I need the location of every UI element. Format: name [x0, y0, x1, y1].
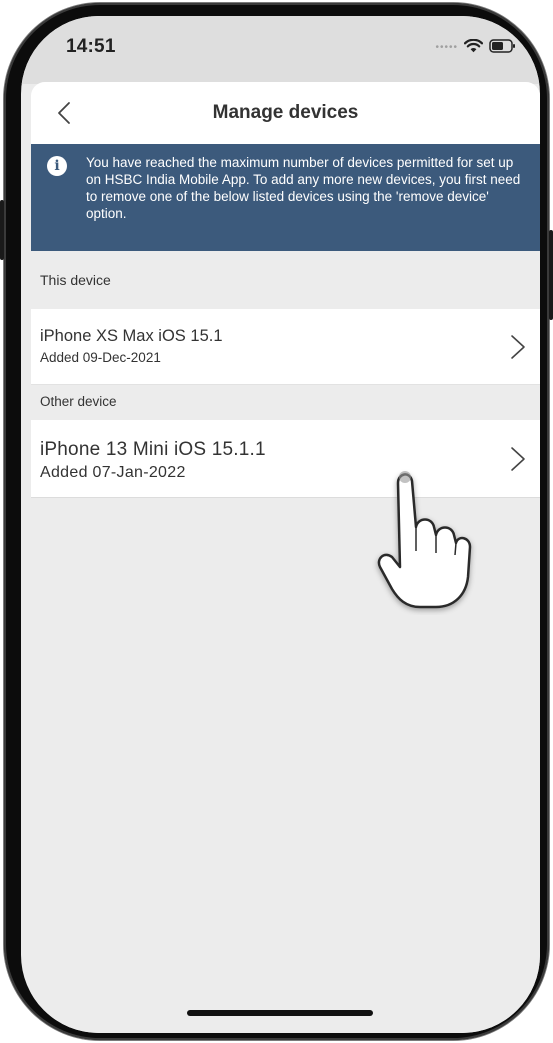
status-bar: 14:51 ••••• — [21, 16, 540, 84]
device-name: iPhone 13 Mini iOS 15.1.1 — [40, 439, 266, 460]
device-added-date: Added 09-Dec-2021 — [40, 350, 161, 365]
device-added-date: Added 07-Jan-2022 — [40, 464, 186, 481]
info-icon: i — [47, 156, 67, 176]
side-button — [549, 230, 553, 320]
this-device-row[interactable]: iPhone XS Max iOS 15.1 Added 09-Dec-2021 — [31, 309, 540, 385]
info-banner-message: You have reached the maximum number of d… — [86, 155, 521, 221]
side-button — [0, 200, 4, 260]
device-name: iPhone XS Max iOS 15.1 — [40, 327, 223, 345]
phone-screen: 14:51 ••••• Manage devices i You have re… — [21, 16, 540, 1033]
signal-dots-icon: ••••• — [435, 42, 458, 53]
chevron-right-icon — [511, 335, 525, 359]
device-frame-stage: 14:51 ••••• Manage devices i You have re… — [0, 0, 553, 1043]
wifi-icon — [464, 38, 483, 52]
home-indicator — [187, 1010, 373, 1016]
status-icons: ••••• — [435, 38, 516, 53]
phone-frame: 14:51 ••••• Manage devices i You have re… — [4, 3, 549, 1040]
section-header-this-device: This device — [31, 251, 540, 309]
manage-devices-sheet: Manage devices i You have reached the ma… — [31, 82, 540, 1033]
status-time: 14:51 — [66, 36, 116, 57]
section-header-other-device: Other device — [31, 385, 540, 420]
chevron-right-icon — [511, 447, 525, 471]
navigation-bar: Manage devices — [31, 82, 540, 144]
other-device-row[interactable]: iPhone 13 Mini iOS 15.1.1 Added 07-Jan-2… — [31, 420, 540, 498]
page-title: Manage devices — [212, 102, 359, 123]
max-devices-info-banner: i You have reached the maximum number of… — [31, 144, 540, 251]
battery-icon — [489, 38, 515, 53]
